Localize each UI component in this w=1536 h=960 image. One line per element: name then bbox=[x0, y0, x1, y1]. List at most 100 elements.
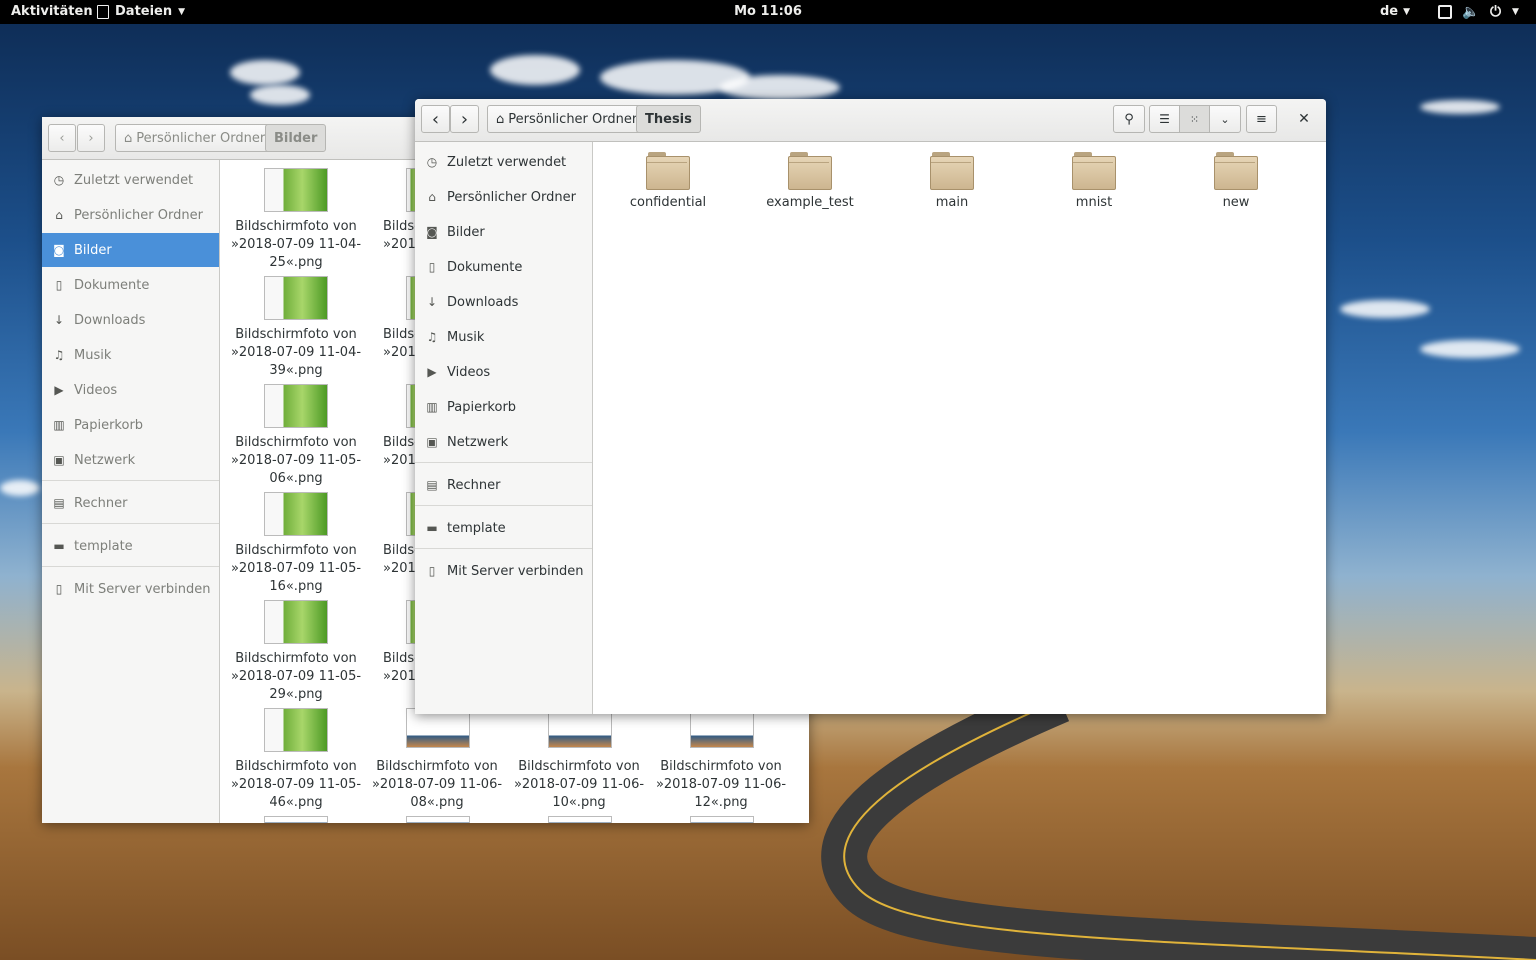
sidebar-item-pers-nlicher-ordner[interactable]: ⌂ Persönlicher Ordner bbox=[42, 198, 219, 232]
file-name[interactable]: Bildsc »2018 bbox=[383, 218, 417, 254]
sidebar-item-bilder[interactable]: ◙ Bilder bbox=[42, 233, 219, 267]
power-icon[interactable]: ⏻ bbox=[1490, 0, 1501, 24]
image-thumbnail[interactable] bbox=[548, 708, 612, 748]
language-selector[interactable]: de ▼ bbox=[1380, 0, 1410, 24]
sidebar-item-dokumente[interactable]: ▯ Dokumente bbox=[42, 268, 219, 302]
sidebar-item-bilder[interactable]: ◙ Bilder bbox=[415, 215, 592, 249]
file-name-line: 39«.png bbox=[269, 363, 323, 378]
grid-view-button[interactable]: ⁙ bbox=[1179, 105, 1210, 133]
file-name[interactable]: Bildsc »2018 bbox=[383, 326, 417, 362]
back-button[interactable]: ‹ bbox=[421, 105, 450, 133]
sidebar-item-musik[interactable]: ♫ Musik bbox=[42, 338, 219, 372]
sidebar-item-rechner[interactable]: ▤ Rechner bbox=[42, 486, 219, 520]
folder-item-new[interactable]: new bbox=[1181, 152, 1291, 214]
file-name[interactable]: Bildschirmfoto von »2018-07-09 11-06- 10«.… bbox=[510, 758, 648, 812]
sidebar-item-template[interactable]: ▬ template bbox=[415, 511, 592, 545]
road-graphic bbox=[821, 700, 1536, 960]
image-thumbnail[interactable] bbox=[548, 816, 612, 823]
image-thumbnail[interactable] bbox=[690, 708, 754, 748]
sidebar-item-zuletzt-verwendet[interactable]: ◷ Zuletzt verwendet bbox=[415, 145, 592, 179]
sidebar-item-template[interactable]: ▬ template bbox=[42, 529, 219, 563]
network-icon: ▣ bbox=[426, 435, 438, 449]
image-thumbnail[interactable] bbox=[406, 816, 470, 823]
search-button[interactable]: ⚲ bbox=[1113, 105, 1145, 133]
sidebar-item-mit-server-verbinden[interactable]: ▯ Mit Server verbinden bbox=[415, 554, 592, 588]
file-name[interactable]: Bildsc »2018 bbox=[383, 650, 417, 686]
folder-icon bbox=[788, 152, 832, 190]
sidebar-item-downloads[interactable]: ↓ Downloads bbox=[42, 303, 219, 337]
file-name[interactable]: Bildsc »2018 bbox=[383, 542, 417, 578]
sidebar-item-zuletzt-verwendet[interactable]: ◷ Zuletzt verwendet bbox=[42, 163, 219, 197]
breadcrumb-home[interactable]: ⌂ Persönlicher Ordner bbox=[487, 105, 647, 133]
home-icon: ⌂ bbox=[428, 190, 436, 204]
sidebar-item-musik[interactable]: ♫ Musik bbox=[415, 320, 592, 354]
file-name[interactable]: Bildschirmfoto von »2018-07-09 11-06- 12«.… bbox=[652, 758, 790, 812]
file-name[interactable]: Bildschirmfoto von »2018-07-09 11-04- 39«.… bbox=[227, 326, 365, 380]
breadcrumb-home[interactable]: ⌂ Persönlicher Ordner bbox=[115, 124, 275, 152]
image-thumbnail[interactable] bbox=[264, 276, 328, 320]
image-thumbnail[interactable] bbox=[264, 492, 328, 536]
folder-item-main[interactable]: main bbox=[897, 152, 1007, 214]
back-button[interactable]: ‹ bbox=[48, 124, 76, 152]
file-name-line: Bildschirmfoto von bbox=[518, 759, 640, 774]
folder-item-confidential[interactable]: confidential bbox=[613, 152, 723, 214]
file-name-line: »2018-07-09 11-05- bbox=[230, 453, 362, 468]
sidebar-item-papierkorb[interactable]: ▥ Papierkorb bbox=[415, 390, 592, 424]
file-name[interactable]: Bildschirmfoto von »2018-07-09 11-05- 46«.… bbox=[227, 758, 365, 812]
sidebar-item-mit-server-verbinden[interactable]: ▯ Mit Server verbinden bbox=[42, 572, 219, 606]
breadcrumb-current[interactable]: Bilder bbox=[265, 124, 327, 152]
image-thumbnail[interactable] bbox=[406, 708, 470, 748]
video-icon: ▶ bbox=[427, 365, 437, 379]
file-name[interactable]: Bildschirmfoto von »2018-07-09 11-05- 29«.… bbox=[227, 650, 365, 704]
sidebar-item-papierkorb[interactable]: ▥ Papierkorb bbox=[42, 408, 219, 442]
sidebar-item-netzwerk[interactable]: ▣ Netzwerk bbox=[42, 443, 219, 477]
sidebar-item-pers-nlicher-ordner[interactable]: ⌂ Persönlicher Ordner bbox=[415, 180, 592, 214]
home-icon: ⌂ bbox=[55, 208, 63, 222]
close-button[interactable]: ✕ bbox=[1289, 105, 1319, 133]
menu-button[interactable]: ≡ bbox=[1246, 105, 1277, 133]
sidebar-item-videos[interactable]: ▶ Videos bbox=[42, 373, 219, 407]
view-options-button[interactable]: ⌄ bbox=[1209, 105, 1241, 133]
file-name-line: Bildschirmfoto von bbox=[235, 759, 357, 774]
breadcrumb-current[interactable]: Thesis bbox=[636, 105, 701, 133]
list-view-button[interactable]: ☰ bbox=[1149, 105, 1180, 133]
sidebar-item-netzwerk[interactable]: ▣ Netzwerk bbox=[415, 425, 592, 459]
clock-icon: ◷ bbox=[426, 155, 438, 169]
sidebar-item-dokumente[interactable]: ▯ Dokumente bbox=[415, 250, 592, 284]
file-name-line: »2018-07-09 11-06- bbox=[371, 777, 503, 792]
sidebar-item-rechner[interactable]: ▤ Rechner bbox=[415, 468, 592, 502]
folder-icon bbox=[930, 152, 974, 190]
file-name[interactable]: Bildschirmfoto von »2018-07-09 11-05- 16«.… bbox=[227, 542, 365, 596]
file-name[interactable]: Bildschirmfoto von »2018-07-09 11-04- 25«.… bbox=[227, 218, 365, 272]
sidebar-item-label: Netzwerk bbox=[74, 452, 136, 468]
file-name[interactable]: Bildschirmfoto von »2018-07-09 11-06- 08«.… bbox=[368, 758, 506, 812]
clock[interactable]: Mo 11:06 bbox=[0, 0, 1536, 24]
image-thumbnail[interactable] bbox=[264, 600, 328, 644]
folder-item-example-test[interactable]: example_test bbox=[755, 152, 865, 214]
image-thumbnail[interactable] bbox=[690, 816, 754, 823]
sidebar-separator bbox=[42, 523, 219, 524]
window-icon[interactable] bbox=[1438, 0, 1452, 24]
sidebar-item-label: Papierkorb bbox=[74, 417, 144, 433]
caret-down-icon[interactable]: ▼ bbox=[1512, 0, 1519, 24]
list-view-icon: ☰ bbox=[1159, 112, 1170, 126]
file-name[interactable]: Bildsc »2018 bbox=[383, 434, 417, 470]
sidebar-item-label: Videos bbox=[74, 382, 118, 398]
image-thumbnail[interactable] bbox=[264, 708, 328, 752]
forward-button[interactable]: › bbox=[450, 105, 479, 133]
sidebar-item-label: Musik bbox=[447, 329, 485, 345]
chevron-left-icon: ‹ bbox=[431, 108, 440, 130]
image-thumbnail[interactable] bbox=[264, 384, 328, 428]
sidebar-item-downloads[interactable]: ↓ Downloads bbox=[415, 285, 592, 319]
forward-button[interactable]: › bbox=[77, 124, 105, 152]
server-icon: ▯ bbox=[428, 564, 436, 578]
volume-icon[interactable]: 🔈 bbox=[1462, 0, 1479, 24]
headerbar: ‹ › ⌂ Persönlicher Ordner Thesis ⚲ ☰ ⁙ ⌄… bbox=[415, 99, 1326, 142]
file-name[interactable]: Bildschirmfoto von »2018-07-09 11-05- 06«.… bbox=[227, 434, 365, 488]
image-thumbnail[interactable] bbox=[264, 168, 328, 212]
folder-item-mnist[interactable]: mnist bbox=[1039, 152, 1149, 214]
computer-icon: ▤ bbox=[426, 478, 438, 492]
image-thumbnail[interactable] bbox=[264, 816, 328, 823]
sidebar-item-videos[interactable]: ▶ Videos bbox=[415, 355, 592, 389]
sidebar-item-label: Zuletzt verwendet bbox=[447, 154, 567, 170]
